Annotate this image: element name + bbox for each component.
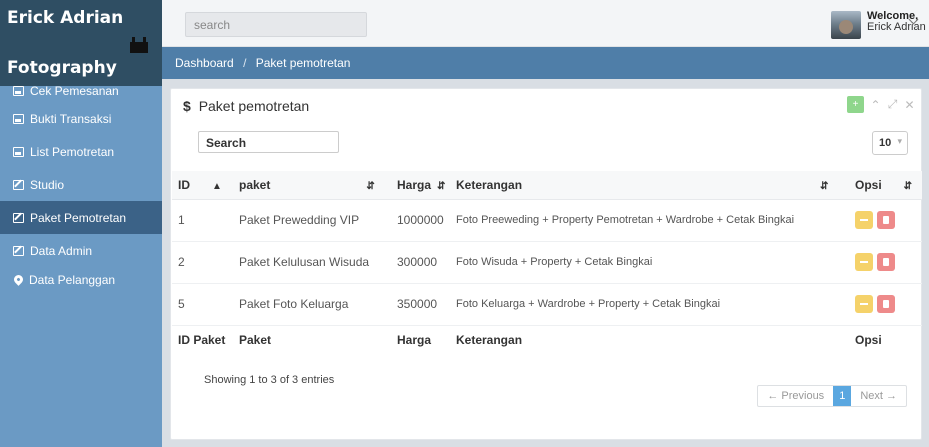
sort-asc-icon: ▲	[212, 180, 222, 192]
edit-icon	[13, 212, 24, 223]
user-menu[interactable]: Welcome, Erick Adrian	[867, 11, 926, 33]
sidebar-item-label: List Pemotretan	[30, 144, 115, 159]
robot-icon	[130, 37, 148, 53]
sidebar-item-paket-pemotretan[interactable]: Paket Pemotretan	[0, 201, 162, 234]
sidebar-item-label: Data Admin	[30, 243, 93, 258]
sort-icon: ⇵	[820, 180, 829, 192]
add-button[interactable]: +	[847, 96, 864, 113]
brand-title: Erick Adrian	[7, 8, 124, 28]
cell-opsi	[849, 283, 922, 326]
edit-button[interactable]	[855, 295, 873, 313]
sort-icon: ⇵	[437, 180, 446, 192]
sidebar: Erick Adrian Fotography Cek Pemesanan Bu…	[0, 0, 162, 447]
cell-harga: 350000	[391, 283, 450, 326]
map-marker-icon	[12, 273, 25, 286]
delete-button[interactable]	[877, 253, 895, 271]
caret-down-icon: ▾	[897, 136, 902, 146]
cell-keterangan: Foto Keluarga + Wardrobe + Property + Ce…	[450, 283, 849, 326]
page-length-select[interactable]: 10 ▾	[872, 131, 908, 155]
footer-col-id: ID Paket	[178, 333, 226, 348]
table-info: Showing 1 to 3 of 3 entries	[204, 374, 335, 386]
breadcrumb: Dashboard / Paket pemotretan	[162, 47, 929, 79]
pagination: ← Previous 1 Next →	[757, 385, 907, 407]
sidebar-item-cek-pemesanan[interactable]: Cek Pemesanan	[0, 80, 162, 102]
dollar-icon: $	[183, 98, 191, 114]
image-icon	[13, 86, 24, 96]
panel-title: $ Paket pemotretan	[183, 98, 309, 114]
content-panel: $ Paket pemotretan + ⌃ ⤢ ✕ Search 10 ▾ I…	[170, 88, 922, 440]
sidebar-item-label: Bukti Transaksi	[30, 111, 112, 126]
col-harga[interactable]: Harga ⇵	[391, 171, 450, 200]
col-paket[interactable]: paket ⇵	[233, 171, 391, 200]
sidebar-item-label: Cek Pemesanan	[30, 84, 119, 98]
sidebar-nav: Cek Pemesanan Bukti Transaksi List Pemot…	[0, 84, 162, 296]
edit-button[interactable]	[855, 211, 873, 229]
pagination-next[interactable]: Next →	[851, 386, 906, 406]
close-icon[interactable]: ✕	[904, 98, 915, 112]
breadcrumb-home[interactable]: Dashboard	[175, 56, 234, 70]
edit-button[interactable]	[855, 253, 873, 271]
panel-actions: + ⌃ ⤢ ✕	[847, 96, 915, 113]
topbar: search Welcome, Erick Adrian	[162, 0, 929, 47]
delete-button[interactable]	[877, 295, 895, 313]
cell-harga: 300000	[391, 241, 450, 284]
footer-col-opsi: Opsi	[855, 333, 882, 348]
table-search-input[interactable]: Search	[198, 131, 339, 153]
image-icon	[13, 146, 24, 157]
expand-icon[interactable]: ⤢	[887, 97, 898, 112]
table-header-row: ID ▲ paket ⇵ Harga ⇵ Keterangan ⇵ Opsi ⇵	[172, 171, 922, 200]
delete-button[interactable]	[877, 211, 895, 229]
user-name: Erick Adrian	[867, 21, 926, 33]
cell-keterangan: Foto Preeweding + Property Pemotretan + …	[450, 199, 849, 242]
table-footer-row: ID Paket Paket Harga Keterangan Opsi	[172, 325, 922, 355]
col-opsi[interactable]: Opsi ⇵	[849, 171, 922, 200]
breadcrumb-current: Paket pemotretan	[255, 56, 351, 70]
col-id[interactable]: ID ▲	[172, 171, 233, 200]
sidebar-item-label: Data Pelanggan	[29, 272, 116, 287]
sidebar-item-studio[interactable]: Studio	[0, 168, 162, 201]
cell-opsi	[849, 199, 922, 242]
table-row: 5 Paket Foto Keluarga 350000 Foto Keluar…	[172, 283, 922, 326]
table-row: 2 Paket Kelulusan Wisuda 300000 Foto Wis…	[172, 241, 922, 284]
sidebar-item-data-pelanggan[interactable]: Data Pelanggan	[0, 263, 162, 296]
brand: Erick Adrian Fotography	[0, 0, 162, 86]
cell-id: 5	[172, 283, 233, 326]
sidebar-item-label: Paket Pemotretan	[30, 210, 127, 225]
image-icon	[13, 113, 24, 124]
edit-icon	[13, 245, 24, 256]
sidebar-item-list-pemotretan[interactable]: List Pemotretan	[0, 135, 162, 168]
cell-keterangan: Foto Wisuda + Property + Cetak Bingkai	[450, 241, 849, 284]
breadcrumb-separator: /	[243, 56, 247, 70]
cell-id: 2	[172, 241, 233, 284]
cell-paket: Paket Kelulusan Wisuda	[233, 241, 391, 284]
table-row: 1 Paket Prewedding VIP 1000000 Foto Pree…	[172, 199, 922, 242]
search-input[interactable]: search	[185, 12, 367, 37]
avatar[interactable]	[831, 11, 861, 39]
collapse-icon[interactable]: ⌃	[870, 98, 881, 112]
cell-harga: 1000000	[391, 199, 450, 242]
sidebar-item-label: Studio	[30, 177, 65, 192]
cell-opsi	[849, 241, 922, 284]
sort-icon: ⇵	[903, 180, 913, 192]
sidebar-item-bukti-transaksi[interactable]: Bukti Transaksi	[0, 102, 162, 135]
cell-paket: Paket Foto Keluarga	[233, 283, 391, 326]
sort-icon: ⇵	[366, 180, 375, 192]
pagination-page[interactable]: 1	[833, 386, 852, 406]
col-keterangan[interactable]: Keterangan ⇵	[450, 171, 849, 200]
cell-id: 1	[172, 199, 233, 242]
brand-subtitle: Fotography	[7, 58, 117, 78]
footer-col-paket: Paket	[239, 333, 272, 348]
footer-col-keterangan: Keterangan	[456, 333, 523, 348]
page-length-value: 10	[879, 137, 892, 149]
pagination-previous[interactable]: ← Previous	[758, 386, 833, 406]
panel-title-text: Paket pemotretan	[198, 98, 310, 114]
edit-icon	[13, 179, 24, 190]
footer-col-harga: Harga	[397, 333, 432, 348]
cell-paket: Paket Prewedding VIP	[233, 199, 391, 242]
paket-table: ID ▲ paket ⇵ Harga ⇵ Keterangan ⇵ Opsi ⇵ 1 Pa…	[172, 171, 922, 355]
